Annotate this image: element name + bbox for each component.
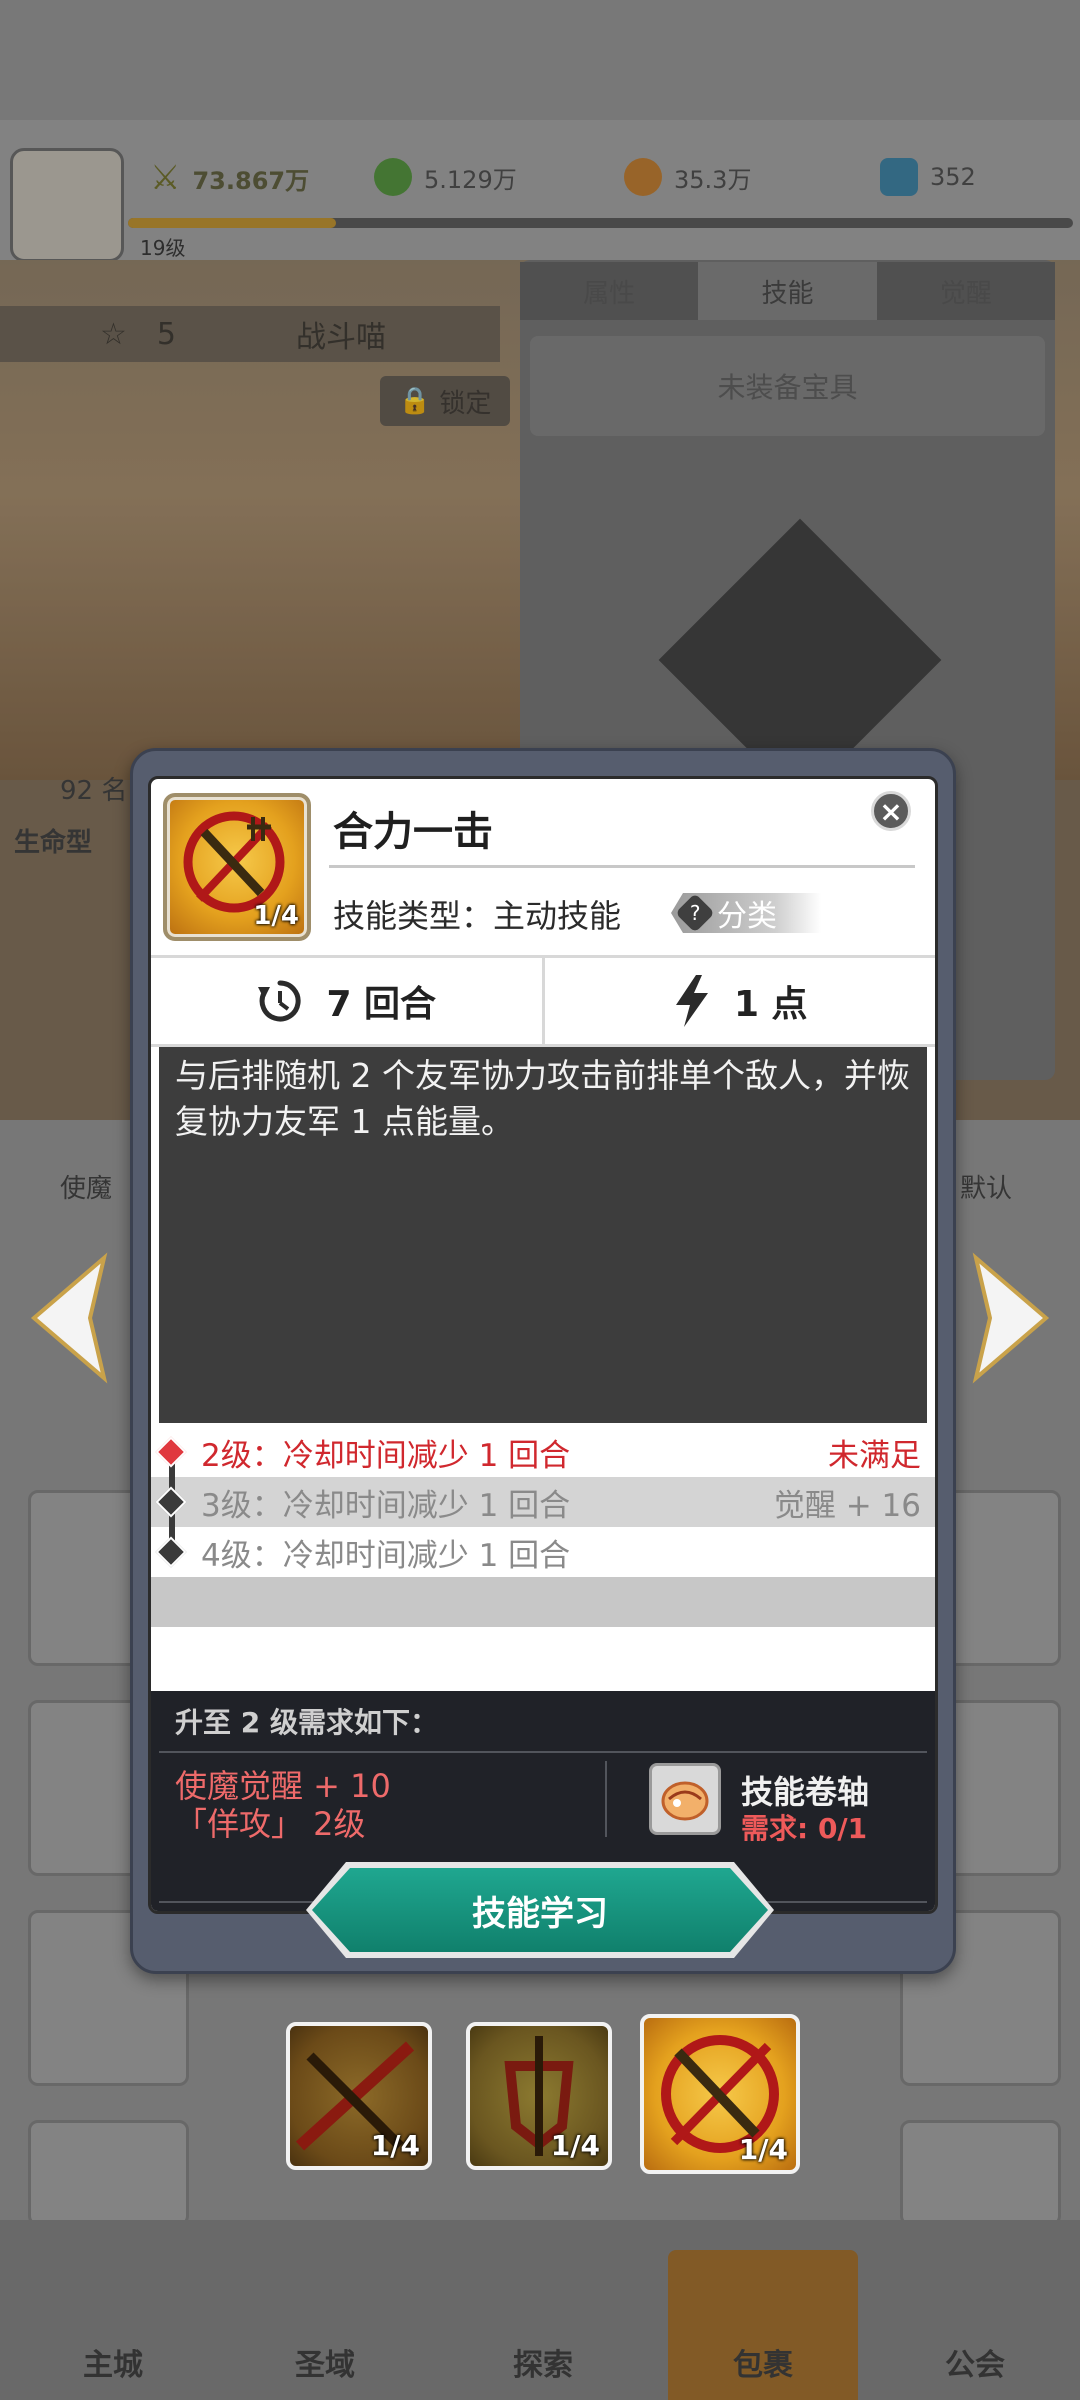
learn-skill-button[interactable]: 技能学习 xyxy=(312,1868,768,1952)
upgrade-text: 4级：冷却时间减少 1 回合 xyxy=(201,1537,571,1574)
upgrade-row: 4级：冷却时间减少 1 回合 xyxy=(151,1527,935,1577)
cooldown-stat: 7 回合 xyxy=(151,958,542,1044)
scroll-icon xyxy=(661,1781,709,1821)
skill-slot-fraction: 1/4 xyxy=(370,2129,420,2162)
next-arrow[interactable] xyxy=(966,1248,1056,1388)
upgrade-text: 3级：冷却时间减少 1 回合 xyxy=(201,1487,571,1524)
skill-description: 与后排随机 2 个友军协力攻击前排单个敌人，并恢复协力友军 1 点能量。 xyxy=(159,1047,927,1423)
skill-slot-fraction: 1/4 xyxy=(738,2133,788,2166)
upgrade-status: 未满足 xyxy=(828,1437,921,1474)
energy-stat: 1 点 xyxy=(541,958,936,1044)
category-badge[interactable]: ? 分类 xyxy=(671,893,821,933)
requirements-separator xyxy=(605,1761,607,1837)
lightning-icon xyxy=(675,975,708,1027)
chevron-right-icon xyxy=(972,1252,1050,1384)
skill-slot-fraction: 1/4 xyxy=(550,2129,600,2162)
cooldown-clock-icon xyxy=(258,980,302,1022)
upgrade-row-empty xyxy=(151,1627,935,1691)
skill-stats: 7 回合 1 点 xyxy=(151,955,935,1047)
cooldown-value: 7 回合 xyxy=(326,984,437,1025)
skill-slot-2[interactable]: 1/4 xyxy=(466,2022,612,2170)
upgrade-status: 觉醒 + 16 xyxy=(773,1487,921,1524)
title-divider xyxy=(329,865,915,868)
energy-value: 1 点 xyxy=(733,984,808,1025)
upgrade-list: 2级：冷却时间减少 1 回合 未满足 3级：冷却时间减少 1 回合 觉醒 + 1… xyxy=(151,1427,935,1691)
prev-arrow[interactable] xyxy=(24,1248,114,1388)
upgrade-row: 2级：冷却时间减少 1 回合 未满足 xyxy=(151,1427,935,1477)
skill-scroll-item[interactable] xyxy=(649,1763,721,1835)
requirements-title: 升至 2 级需求如下： xyxy=(175,1706,438,1739)
skill-type: 技能类型：主动技能 xyxy=(333,897,622,935)
chevron-left-icon xyxy=(30,1252,108,1384)
requirement-condition: 「佯攻」 2级 xyxy=(175,1805,366,1843)
skill-level-fraction: 1/4 xyxy=(253,901,299,931)
close-button[interactable]: × xyxy=(871,791,911,831)
item-requirement: 需求: 0/1 xyxy=(741,1812,868,1845)
skill-slot-1[interactable]: 1/4 xyxy=(286,2022,432,2170)
close-icon: × xyxy=(879,794,903,828)
upgrade-row-empty xyxy=(151,1577,935,1627)
skill-name: 合力一击 xyxy=(333,809,493,855)
upgrade-text: 2级：冷却时间减少 1 回合 xyxy=(201,1437,571,1474)
skill-dialog: 1/4 合力一击 × 技能类型：主动技能 ? 分类 7 回合 1 点 与后排随机… xyxy=(148,776,938,1914)
upgrade-row: 3级：冷却时间减少 1 回合 觉醒 + 16 xyxy=(151,1477,935,1527)
category-label: 分类 xyxy=(717,899,777,934)
question-icon: ? xyxy=(675,893,715,933)
skill-icon: 1/4 xyxy=(163,793,311,941)
requirements-divider xyxy=(159,1751,927,1753)
skill-slot-3-selected[interactable]: 1/4 xyxy=(640,2014,800,2174)
